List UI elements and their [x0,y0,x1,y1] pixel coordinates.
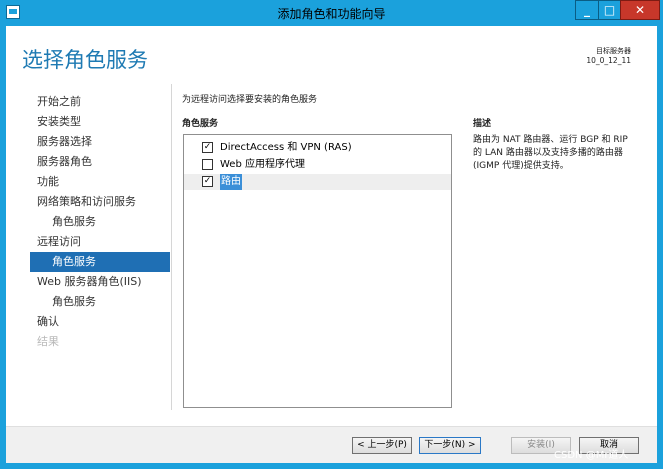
role-label: 路由 [220,174,242,190]
maximize-icon: □ [603,3,616,17]
nav-item-npas[interactable]: 网络策略和访问服务 [30,192,170,212]
title-bar[interactable]: 添加角色和功能向导 _ □ ✕ [0,0,663,26]
nav-item-results: 结果 [37,335,59,348]
nav-item-web-server-role[interactable]: Web 服务器角色(IIS) [30,272,170,292]
close-button[interactable]: ✕ [620,0,660,20]
window-title: 添加角色和功能向导 [277,7,386,21]
wizard-nav: 开始之前 安装类型 服务器选择 服务器角色 功能 网络策略和访问服务 角色服务 … [30,92,170,352]
nav-item-remote-access-role-services[interactable]: 角色服务 [30,252,170,272]
role-checkbox[interactable] [202,159,213,170]
nav-divider [171,84,172,410]
role-checkbox[interactable]: ✓ [202,176,213,187]
roles-column-header: 角色服务 [182,119,219,129]
wizard-window: 添加角色和功能向导 _ □ ✕ 选择角色服务 目标服务器 10_0_12_11 … [0,0,663,469]
previous-button[interactable]: < 上一步(P) [352,437,412,454]
nav-item-server-selection[interactable]: 服务器选择 [30,132,170,152]
target-server-label: 目标服务器 [596,47,631,55]
role-service-row[interactable]: Web 应用程序代理 [184,157,451,173]
nav-item-remote-access[interactable]: 远程访问 [30,232,170,252]
minimize-button[interactable]: _ [575,0,599,20]
nav-item-server-roles[interactable]: 服务器角色 [30,152,170,172]
role-label: DirectAccess 和 VPN (RAS) [220,142,352,153]
role-services-list[interactable]: ✓ DirectAccess 和 VPN (RAS) Web 应用程序代理 ✓ … [183,134,452,408]
nav-item-confirmation[interactable]: 确认 [30,312,170,332]
target-server-value: 10_0_12_11 [586,56,631,65]
next-button[interactable]: 下一步(N) > [419,437,481,454]
description-text: 路由为 NAT 路由器、运行 BGP 和 RIP 的 LAN 路由器以及支持多播… [473,135,628,171]
role-checkbox[interactable]: ✓ [202,142,213,153]
close-icon: ✕ [634,3,646,17]
page-title: 选择角色服务 [22,48,148,72]
nav-item-before-you-begin[interactable]: 开始之前 [30,92,170,112]
nav-item-npas-role-services[interactable]: 角色服务 [30,212,170,232]
wizard-body: 选择角色服务 目标服务器 10_0_12_11 开始之前 安装类型 服务器选择 … [6,26,657,463]
role-label: Web 应用程序代理 [220,159,305,170]
watermark: CSDN @Mr道人 [554,450,629,461]
nav-item-features[interactable]: 功能 [30,172,170,192]
role-service-row[interactable]: ✓ 路由 [184,174,451,190]
description-header: 描述 [473,119,492,129]
instruction-text: 为远程访问选择要安装的角色服务 [182,95,318,105]
nav-item-iis-role-services[interactable]: 角色服务 [30,292,170,312]
minimize-icon: _ [584,3,590,17]
role-service-row[interactable]: ✓ DirectAccess 和 VPN (RAS) [184,140,451,156]
maximize-button[interactable]: □ [598,0,621,20]
nav-item-installation-type[interactable]: 安装类型 [30,112,170,132]
